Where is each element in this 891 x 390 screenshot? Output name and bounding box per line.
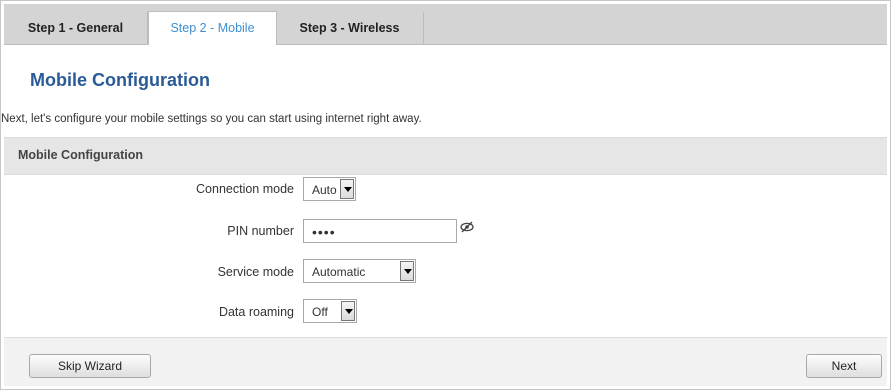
tab-step3-wireless[interactable]: Step 3 - Wireless bbox=[276, 12, 424, 44]
chevron-down-icon[interactable] bbox=[341, 301, 355, 321]
chevron-down-icon[interactable] bbox=[340, 179, 354, 199]
page-title: Mobile Configuration bbox=[30, 70, 210, 90]
tab-step2-mobile[interactable]: Step 2 - Mobile bbox=[148, 11, 277, 45]
eye-slash-icon[interactable] bbox=[460, 221, 474, 233]
next-button[interactable]: Next bbox=[806, 354, 882, 378]
data-roaming-label: Data roaming bbox=[218, 305, 294, 319]
pin-number-value: •••• bbox=[312, 224, 336, 240]
service-mode-label: Service mode bbox=[217, 265, 294, 279]
wizard-frame bbox=[0, 0, 891, 390]
wizard-footer: Skip Wizard Next bbox=[4, 337, 887, 386]
intro-text: Next, let's configure your mobile settin… bbox=[1, 113, 422, 125]
connection-mode-value: Auto bbox=[312, 183, 337, 197]
data-roaming-select[interactable]: Off bbox=[303, 299, 357, 323]
chevron-down-icon[interactable] bbox=[400, 261, 414, 281]
section-title: Mobile Configuration bbox=[18, 148, 143, 162]
connection-mode-label: Connection mode bbox=[196, 182, 294, 196]
service-mode-select[interactable]: Automatic bbox=[303, 259, 416, 283]
pin-number-input[interactable]: •••• bbox=[303, 219, 457, 243]
data-roaming-value: Off bbox=[312, 305, 328, 319]
pin-number-label: PIN number bbox=[227, 224, 294, 238]
connection-mode-select[interactable]: Auto bbox=[303, 177, 356, 201]
skip-wizard-button[interactable]: Skip Wizard bbox=[29, 354, 151, 378]
tab-bar: Step 1 - General Step 2 - Mobile Step 3 … bbox=[4, 4, 887, 45]
service-mode-value: Automatic bbox=[312, 265, 366, 279]
section-header: Mobile Configuration bbox=[4, 137, 887, 175]
tab-step1-general[interactable]: Step 1 - General bbox=[4, 12, 148, 44]
